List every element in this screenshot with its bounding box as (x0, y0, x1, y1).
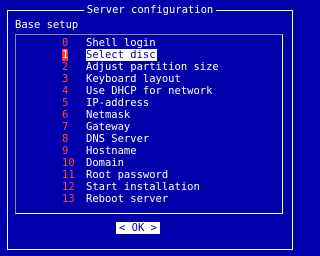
menu-item-label: Netmask (86, 109, 131, 121)
menu-item-gateway[interactable]: 7 Gateway (62, 121, 219, 133)
ok-button[interactable]: < OK > (116, 222, 160, 234)
menu-item-number: 2 (62, 61, 69, 73)
menu-item-label: Adjust partition size (86, 61, 219, 73)
menu-item-number: 12 (62, 181, 75, 193)
menu-item-label: Keyboard layout (86, 73, 181, 85)
menu-item-adjust-partition[interactable]: 2 Adjust partition size (62, 61, 219, 73)
menu-item-number: 13 (62, 193, 75, 205)
menu-item-label: Reboot server (86, 193, 169, 205)
menu-item-dns-server[interactable]: 8 DNS Server (62, 133, 219, 145)
menu-item-label: Domain (86, 157, 124, 169)
menu-item-label: Use DHCP for network (86, 85, 213, 97)
menu-item-root-password[interactable]: 11 Root password (62, 169, 219, 181)
menu-item-label: DNS Server (86, 133, 150, 145)
menu-item-shell-login[interactable]: 0 Shell login (62, 37, 219, 49)
menu-item-number: 9 (62, 145, 69, 157)
menu-item-select-disc[interactable]: 1 Select disc (62, 49, 219, 61)
dialog-title: Server configuration (5, 4, 295, 16)
menu-item-number: 0 (62, 37, 69, 49)
menu-item-use-dhcp[interactable]: 4 Use DHCP for network (62, 85, 219, 97)
menu-item-number: 10 (62, 157, 75, 169)
menu-item-reboot-server[interactable]: 13 Reboot server (62, 193, 219, 205)
menu-item-netmask[interactable]: 6 Netmask (62, 109, 219, 121)
menu-item-label: Hostname (86, 145, 137, 157)
dialog-title-text: Server configuration (83, 4, 217, 16)
dialog-subtitle: Base setup (15, 19, 79, 31)
ok-button-label: OK (131, 222, 145, 234)
ok-right-marker: > (150, 222, 157, 234)
menu-item-ip-address[interactable]: 5 IP-address (62, 97, 219, 109)
menu-item-label: Start installation (86, 181, 200, 193)
menu-item-label: Gateway (86, 121, 131, 133)
menu-item-label: Select disc (86, 49, 157, 61)
menu-list: 0 Shell login 1 Select disc 2 Adjust partit… (62, 37, 219, 205)
menu-item-number: 1 (62, 49, 69, 61)
menu-item-number: 8 (62, 133, 69, 145)
menu-item-label: IP-address (86, 97, 150, 109)
menu-item-number: 5 (62, 97, 69, 109)
menu-item-hostname[interactable]: 9 Hostname (62, 145, 219, 157)
menu-item-number: 3 (62, 73, 69, 85)
menu-item-domain[interactable]: 10 Domain (62, 157, 219, 169)
menu-item-label: Shell login (86, 37, 156, 49)
menu-item-keyboard-layout[interactable]: 3 Keyboard layout (62, 73, 219, 85)
menu-item-number: 11 (62, 169, 75, 181)
menu-item-start-installation[interactable]: 12 Start installation (62, 181, 219, 193)
menu-item-label: Root password (86, 169, 169, 181)
menu-item-number-wrap: 1 (62, 49, 86, 61)
ok-left-marker: < (119, 222, 126, 234)
menu-item-number: 4 (62, 85, 69, 97)
menu-item-number: 6 (62, 109, 69, 121)
menu-item-number: 7 (62, 121, 69, 133)
